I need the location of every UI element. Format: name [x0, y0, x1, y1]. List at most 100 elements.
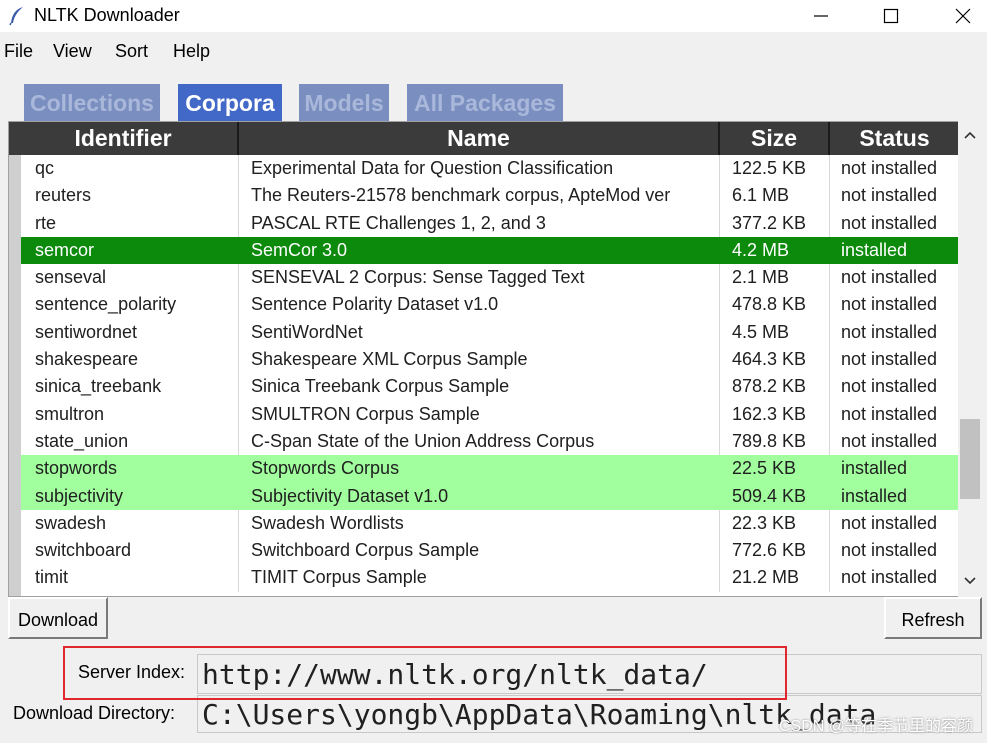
cell-name: PASCAL RTE Challenges 1, 2, and 3	[251, 212, 546, 233]
column-divider	[719, 400, 720, 428]
column-divider	[719, 291, 720, 319]
cell-identifier: switchboard	[35, 540, 132, 561]
server-index-label: Server Index:	[78, 662, 186, 682]
cell-name: SMULTRON Corpus Sample	[251, 403, 480, 424]
column-header-size[interactable]: Size	[720, 122, 830, 155]
column-divider	[719, 264, 720, 292]
cell-size: 6.1 MB	[732, 185, 790, 206]
table-row[interactable]: sentence_polarity Sentence Polarity Datas…	[9, 291, 959, 319]
minimize-icon	[814, 15, 828, 17]
table-row[interactable]: senseval SENSEVAL 2 Corpus: Sense Tagged …	[9, 264, 959, 292]
column-header-identifier[interactable]: Identifier	[9, 122, 239, 155]
column-divider	[829, 237, 830, 264]
table-row[interactable]: stopwords Stopwords Corpus 22.5 KB installe…	[21, 455, 959, 483]
tab-collections[interactable]: Collections	[24, 84, 160, 122]
chevron-down-icon[interactable]	[958, 569, 982, 593]
column-divider	[719, 537, 720, 565]
column-divider	[719, 237, 720, 264]
cell-identifier: rte	[35, 212, 57, 233]
cell-identifier: timit	[35, 567, 68, 588]
cell-status: installed	[841, 458, 908, 479]
cell-identifier: state_union	[35, 430, 129, 451]
column-divider	[238, 318, 239, 347]
table-row[interactable]: swadesh Swadesh Wordlists 22.3 KB not insta…	[9, 509, 959, 538]
table-body: qc Experimental Data for Question Classif…	[9, 155, 959, 592]
column-divider	[238, 455, 239, 482]
cell-size: 464.3 KB	[732, 349, 807, 370]
column-divider	[829, 346, 830, 374]
cell-name: SENSEVAL 2 Corpus: Sense Tagged Text	[251, 267, 585, 288]
tab-corpora[interactable]: Corpora	[178, 84, 282, 122]
column-divider	[719, 209, 720, 237]
cell-name: SentiWordNet	[251, 321, 363, 342]
table-row[interactable]: shakespeare Shakespeare XML Corpus Sample…	[9, 346, 959, 374]
column-divider	[238, 537, 239, 565]
cell-status: installed	[841, 239, 908, 260]
cell-status: not installed	[841, 540, 938, 561]
column-divider	[238, 155, 239, 183]
column-divider	[829, 182, 830, 210]
cell-identifier: shakespeare	[35, 349, 139, 370]
close-button[interactable]	[940, 0, 986, 32]
cell-status: not installed	[841, 567, 938, 588]
table-row[interactable]: semcor SemCor 3.0 4.2 MB installed	[21, 236, 959, 265]
column-divider	[829, 509, 830, 538]
menu-sort[interactable]: Sort	[115, 41, 148, 62]
menu-file[interactable]: File	[4, 41, 33, 62]
cell-identifier: smultron	[35, 403, 105, 424]
cell-status: not installed	[841, 212, 938, 233]
column-header-name[interactable]: Name	[239, 122, 720, 155]
refresh-button[interactable]: Refresh	[884, 597, 982, 639]
cell-name: C-Span State of the Union Address Corpus	[251, 430, 595, 451]
tab-models[interactable]: Models	[299, 84, 389, 122]
table-row[interactable]: timit TIMIT Corpus Sample 21.2 MB not insta…	[9, 564, 959, 592]
table-row[interactable]: sinica_treebank Sinica Treebank Corpus Sa…	[9, 373, 959, 401]
vertical-scrollbar[interactable]	[958, 121, 982, 597]
column-divider	[238, 291, 239, 319]
table-row[interactable]: subjectivity Subjectivity Dataset v1.0 509…	[21, 482, 959, 510]
column-divider	[238, 427, 239, 456]
cell-name: The Reuters-21578 benchmark corpus, Apte…	[251, 185, 671, 206]
download-button[interactable]: Download	[8, 597, 108, 639]
minimize-button[interactable]	[798, 0, 844, 32]
table-row[interactable]: rte PASCAL RTE Challenges 1, 2, and 3 377.…	[9, 209, 959, 237]
cell-status: not installed	[841, 158, 938, 178]
maximize-button[interactable]	[868, 0, 914, 32]
cell-size: 21.2 MB	[732, 567, 800, 588]
menu-view[interactable]: View	[53, 41, 92, 62]
table-row[interactable]: qc Experimental Data for Question Classif…	[9, 155, 959, 183]
column-divider	[829, 318, 830, 347]
column-divider	[829, 483, 830, 510]
column-divider	[238, 483, 239, 510]
column-divider	[719, 318, 720, 347]
tab-all-packages[interactable]: All Packages	[407, 84, 563, 122]
column-divider	[829, 455, 830, 482]
column-divider	[829, 564, 830, 592]
column-divider	[829, 209, 830, 237]
menu-help[interactable]: Help	[173, 41, 210, 62]
column-header-status[interactable]: Status	[830, 122, 959, 155]
column-divider	[238, 400, 239, 428]
scrollbar-thumb[interactable]	[960, 419, 980, 499]
column-divider	[829, 373, 830, 401]
server-index-input[interactable]: http://www.nltk.org/nltk_data/	[197, 654, 982, 694]
cell-identifier: sentence_polarity	[35, 294, 177, 315]
chevron-up-icon[interactable]	[958, 123, 982, 147]
cell-size: 162.3 KB	[732, 403, 807, 424]
cell-identifier: qc	[35, 158, 55, 178]
cell-status: not installed	[841, 403, 938, 424]
cell-name: Shakespeare XML Corpus Sample	[251, 349, 528, 370]
table-row[interactable]: state_union C-Span State of the Union Add…	[9, 427, 959, 456]
table-row[interactable]: sentiwordnet SentiWordNet 4.5 MB not instal…	[9, 318, 959, 347]
cell-size: 878.2 KB	[732, 376, 807, 397]
table-row[interactable]: reuters The Reuters-21578 benchmark corpu…	[9, 182, 959, 210]
cell-status: not installed	[841, 376, 938, 397]
cell-size: 122.5 KB	[732, 158, 807, 178]
table-row[interactable]: smultron SMULTRON Corpus Sample 162.3 KB no…	[9, 400, 959, 428]
column-divider	[829, 291, 830, 319]
column-divider	[719, 455, 720, 482]
cell-status: not installed	[841, 430, 938, 451]
cell-identifier: sinica_treebank	[35, 376, 162, 397]
cell-identifier: senseval	[35, 267, 107, 288]
table-row[interactable]: switchboard Switchboard Corpus Sample 772.…	[9, 537, 959, 565]
